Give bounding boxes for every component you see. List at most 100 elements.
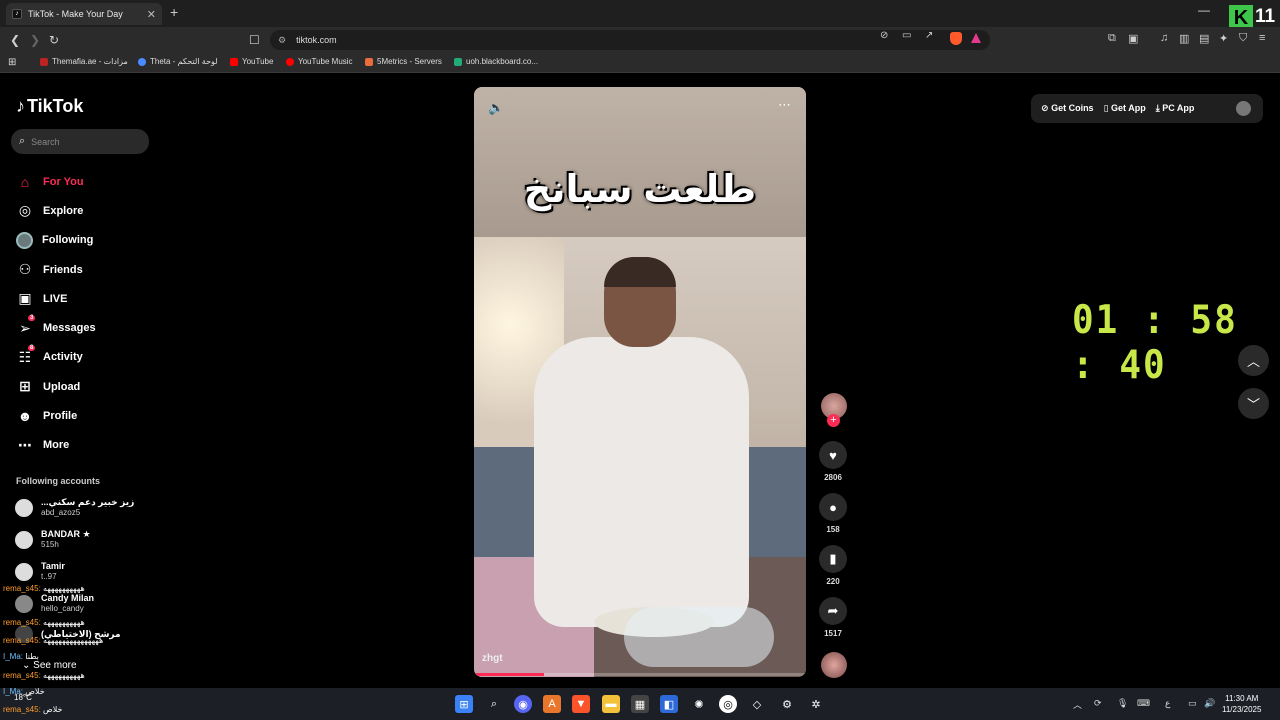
brave-rewards-icon[interactable] bbox=[971, 33, 981, 43]
network-icon[interactable]: ▭ bbox=[1188, 698, 1197, 709]
chevron-up-icon[interactable]: ︿ bbox=[1073, 698, 1082, 711]
comment-count: 158 bbox=[826, 525, 840, 534]
minimize-window-button[interactable]: — bbox=[1198, 3, 1210, 17]
account-item[interactable]: ...زيز خبير دعم سكني abd_azoz5 bbox=[15, 497, 134, 518]
bookmark-item-youtube-music[interactable]: YouTube Music bbox=[286, 57, 353, 66]
sidebar-item-for-you[interactable]: ⌂ For You bbox=[16, 167, 166, 196]
sidebar-item-messages[interactable]: ➢ 3 Messages bbox=[16, 313, 166, 342]
start-icon[interactable]: ⊞ bbox=[455, 695, 473, 713]
speaker-icon[interactable]: 🔊 bbox=[1204, 698, 1215, 709]
sidebar-item-following[interactable]: Following bbox=[16, 226, 166, 255]
bookmark-item-themafia[interactable]: Themafia.ae - مزادات bbox=[40, 57, 128, 66]
keyboard-icon[interactable]: ⌨ bbox=[1137, 698, 1150, 709]
vpn-icon[interactable]: ⛉ bbox=[1239, 32, 1247, 45]
chat-line: rema_s45: خلاص bbox=[3, 705, 62, 714]
apps-grid-icon[interactable]: ⊞ bbox=[8, 57, 16, 68]
cast-icon[interactable]: ▭ bbox=[902, 30, 911, 41]
wallet-icon[interactable]: ▤ bbox=[1199, 32, 1209, 45]
search-input[interactable]: ⌕ Search bbox=[11, 129, 149, 154]
account-item[interactable]: Candy Milan hello_candy bbox=[15, 593, 94, 614]
next-video-button[interactable]: ﹀ bbox=[1238, 388, 1269, 419]
app-a-icon[interactable]: A bbox=[543, 695, 561, 713]
music-disc-icon[interactable] bbox=[821, 652, 847, 678]
account-name: Tamir bbox=[41, 561, 65, 571]
account-item[interactable]: BANDAR ★ 515h bbox=[15, 529, 91, 550]
video-player[interactable]: طلعت سبانخ 🔈 ⋯ zhgt bbox=[474, 87, 806, 677]
video-scene-bottles bbox=[624, 607, 774, 667]
url-text: tiktok.com bbox=[296, 35, 337, 45]
menu-icon[interactable]: ≡ bbox=[1259, 32, 1265, 44]
chatgpt-icon[interactable]: ✺ bbox=[690, 695, 708, 713]
sidebar-item-label: LIVE bbox=[43, 292, 68, 305]
video-progress-bar[interactable] bbox=[474, 673, 806, 676]
vs-code-icon[interactable]: ◇ bbox=[748, 695, 766, 713]
language-indicator[interactable]: ع bbox=[1165, 698, 1170, 709]
bookmark-label: uoh.blackboard.co... bbox=[466, 57, 539, 66]
sidebar-item-live[interactable]: ▣ LIVE bbox=[16, 284, 166, 313]
obs-icon[interactable]: ◎ bbox=[719, 695, 737, 713]
sidebar-item-friends[interactable]: ⚇ Friends bbox=[16, 255, 166, 284]
search-icon[interactable]: ⌕ bbox=[485, 695, 503, 713]
tiktok-logo[interactable]: ♪ TikTok bbox=[16, 96, 83, 117]
account-item[interactable]: Tamir t..97 bbox=[15, 561, 65, 582]
activity-icon: ☷ bbox=[18, 348, 32, 365]
bookmark-label: Theta - لوحة التحكم bbox=[150, 57, 218, 66]
download-icon: ⤓ bbox=[1155, 103, 1160, 113]
sidebar-item-upload[interactable]: ⊞ Upload bbox=[16, 372, 166, 401]
bookmark-item-youtube[interactable]: YouTube bbox=[230, 57, 273, 66]
leo-ai-icon[interactable]: ✦ bbox=[1219, 32, 1228, 45]
sidebar-item-explore[interactable]: ◎ Explore bbox=[16, 196, 166, 225]
file-explorer-icon[interactable]: ▬ bbox=[602, 695, 620, 713]
chevron-down-icon: ﹀ bbox=[1246, 397, 1260, 412]
previous-video-button[interactable]: ︿ bbox=[1238, 345, 1269, 376]
extensions-icon[interactable]: ⧉ bbox=[1108, 32, 1116, 45]
steam-icon[interactable]: ⚙ bbox=[778, 695, 796, 713]
screenshot-icon[interactable]: ▣ bbox=[1128, 32, 1138, 45]
taskbar-clock[interactable]: 11:30 AM 11/23/2025 bbox=[1222, 693, 1261, 715]
site-info-icon[interactable]: ⚙ bbox=[278, 35, 286, 46]
bookmark-icon[interactable]: ☐ bbox=[249, 33, 260, 47]
video-caption: طلعت سبانخ bbox=[523, 169, 757, 211]
sidebar-toggle-icon[interactable]: ▥ bbox=[1179, 32, 1189, 45]
bookmark-item-blackboard[interactable]: uoh.blackboard.co... bbox=[454, 57, 538, 66]
save-button[interactable]: ▮ 220 bbox=[819, 545, 847, 586]
settings-icon[interactable]: ✲ bbox=[807, 695, 825, 713]
close-tab-icon[interactable]: ✕ bbox=[147, 8, 156, 21]
chat-text: بطنا bbox=[25, 652, 39, 661]
pc-app-button[interactable]: ⤓ PC App bbox=[1156, 103, 1195, 114]
comment-icon: ● bbox=[819, 493, 847, 521]
account-name: Candy Milan bbox=[41, 593, 95, 603]
get-coins-button[interactable]: ⊘ Get Coins bbox=[1041, 103, 1094, 114]
comment-button[interactable]: ● 158 bbox=[819, 493, 847, 534]
bookmark-item-theta[interactable]: Theta - لوحة التحكم bbox=[138, 57, 218, 66]
phone-icon: ▯ bbox=[1103, 103, 1109, 113]
share-icon[interactable]: ↗ bbox=[925, 30, 933, 41]
more-options-icon[interactable]: ⋯ bbox=[778, 97, 792, 113]
avatar bbox=[15, 530, 33, 549]
share-button[interactable]: ➦ 1517 bbox=[819, 597, 847, 638]
bookmark-item-5metrics[interactable]: 5Metrics - Servers bbox=[365, 57, 442, 66]
new-tab-button[interactable]: + bbox=[170, 4, 178, 20]
sidebar-item-more[interactable]: ⋯ More bbox=[16, 431, 166, 460]
store-icon[interactable]: ▦ bbox=[631, 695, 649, 713]
volume-icon[interactable]: 🔈 bbox=[488, 100, 504, 116]
no-tracking-icon[interactable]: ⊘ bbox=[880, 30, 888, 41]
forward-icon[interactable]: ❯ bbox=[30, 33, 40, 47]
follow-plus-icon[interactable]: + bbox=[827, 414, 840, 427]
brave-icon[interactable]: ▼ bbox=[572, 695, 590, 713]
discord-icon[interactable]: ◉ bbox=[514, 695, 532, 713]
sidebar-item-profile[interactable]: ☻ Profile bbox=[16, 401, 166, 430]
reload-icon[interactable]: ↻ bbox=[49, 33, 59, 47]
back-icon[interactable]: ❮ bbox=[10, 33, 20, 47]
sync-icon[interactable]: ⟳ bbox=[1094, 698, 1102, 709]
media-icon[interactable]: ♫ bbox=[1160, 32, 1168, 44]
browser-tab[interactable]: ♪ TikTok - Make Your Day ✕ bbox=[6, 3, 162, 25]
sidebar-item-activity[interactable]: ☷ 8 Activity bbox=[16, 343, 166, 372]
microphone-icon[interactable]: 🎙 bbox=[1117, 698, 1128, 709]
see-more-button[interactable]: ⌄ See more bbox=[22, 660, 77, 671]
app-icon[interactable]: ◧ bbox=[660, 695, 678, 713]
get-app-button[interactable]: ▯ Get App bbox=[1104, 103, 1146, 114]
profile-avatar[interactable] bbox=[1236, 101, 1251, 116]
like-button[interactable]: ♥ 2806 bbox=[819, 441, 847, 482]
brave-shields-icon[interactable] bbox=[950, 32, 962, 45]
